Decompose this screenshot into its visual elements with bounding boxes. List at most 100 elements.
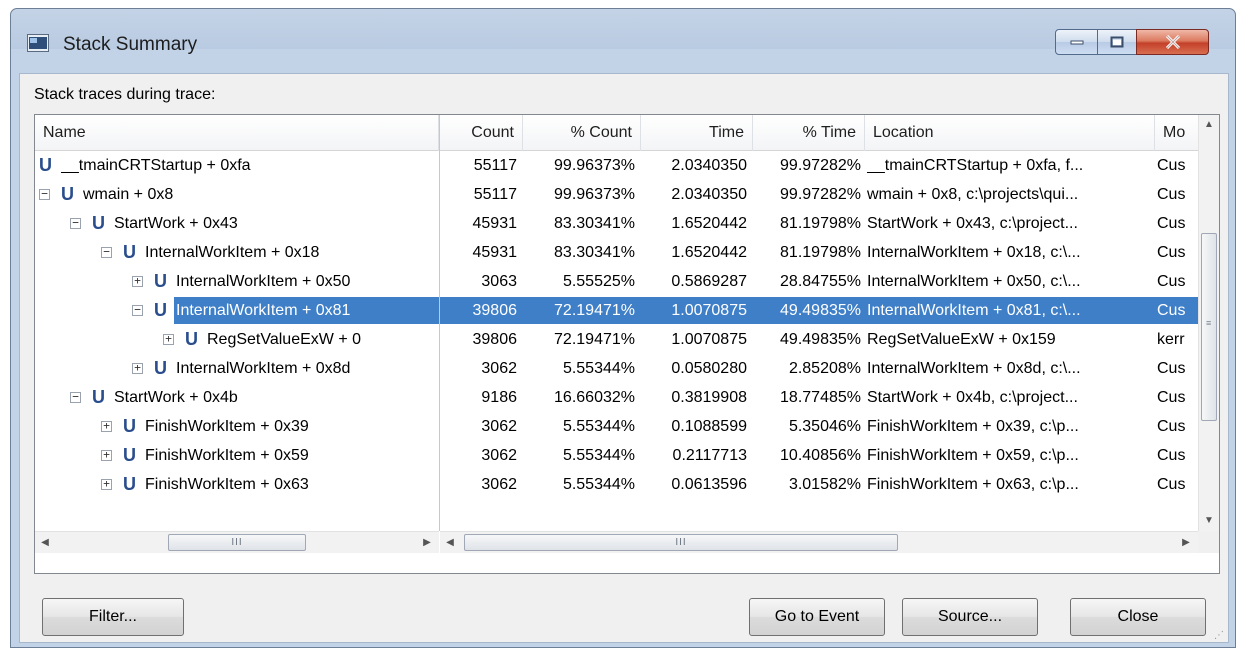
row-pct-time: 81.19798% xyxy=(780,215,861,232)
scroll-right-arrow-icon[interactable]: ▶ xyxy=(1176,532,1196,553)
row-name: InternalWorkItem + 0x50 xyxy=(176,273,351,290)
column-header-location[interactable]: Location xyxy=(865,115,1155,151)
column-splitter[interactable] xyxy=(439,115,440,531)
row-pct-count: 16.66032% xyxy=(554,389,635,406)
row-location: InternalWorkItem + 0x8d, c:\... xyxy=(867,360,1081,377)
user-frame-icon: U xyxy=(154,271,167,291)
name-horizontal-scrollbar[interactable]: ◀ III ▶ xyxy=(35,531,439,553)
row-name: StartWork + 0x43 xyxy=(114,215,238,232)
vertical-scrollbar[interactable]: ▲ ≡ ▼ xyxy=(1198,115,1219,531)
scroll-left-arrow-icon[interactable]: ◀ xyxy=(440,532,460,553)
table-row[interactable]: + U FinishWorkItem + 0x59 3062 5.55344% 0.211… xyxy=(35,441,1199,470)
stack-traces-label: Stack traces during trace: xyxy=(34,86,216,103)
column-header-pct-time[interactable]: % Time xyxy=(753,115,865,151)
row-pct-count: 83.30341% xyxy=(554,215,635,232)
close-icon xyxy=(1165,35,1180,49)
row-location: __tmainCRTStartup + 0xfa, f... xyxy=(867,157,1084,174)
filter-button[interactable]: Filter... xyxy=(42,598,184,636)
expand-icon[interactable]: + xyxy=(101,477,112,490)
column-header-name[interactable]: Name xyxy=(35,115,439,151)
row-pct-time: 18.77485% xyxy=(780,389,861,406)
row-count: 55117 xyxy=(473,157,517,174)
maximize-icon xyxy=(1110,36,1124,48)
table-row-selected[interactable]: − U InternalWorkItem + 0x81 39806 72.19471% 1… xyxy=(35,296,1199,325)
column-header-time[interactable]: Time xyxy=(641,115,753,151)
row-pct-time: 10.40856% xyxy=(780,447,861,464)
user-frame-icon: U xyxy=(92,213,105,233)
details-horizontal-scroll-thumb[interactable]: III xyxy=(464,534,898,551)
close-button[interactable]: Close xyxy=(1070,598,1206,636)
row-pct-time: 2.85208% xyxy=(788,360,861,377)
collapse-icon[interactable]: − xyxy=(101,245,112,258)
scroll-right-arrow-icon[interactable]: ▶ xyxy=(417,532,437,553)
user-frame-icon: U xyxy=(154,300,167,320)
row-pct-count: 99.96373% xyxy=(554,186,635,203)
name-horizontal-scroll-thumb[interactable]: III xyxy=(168,534,306,551)
column-header-count[interactable]: Count xyxy=(439,115,523,151)
table-row[interactable]: − U StartWork + 0x4b 9186 16.66032% 0.3819908… xyxy=(35,383,1199,412)
expand-icon[interactable]: + xyxy=(132,274,143,287)
scroll-left-arrow-icon[interactable]: ◀ xyxy=(35,532,55,553)
table-row[interactable]: + U FinishWorkItem + 0x39 3062 5.55344% 0.108… xyxy=(35,412,1199,441)
row-module: Cus xyxy=(1157,360,1186,377)
details-horizontal-scrollbar[interactable]: ◀ III ▶ xyxy=(440,531,1199,553)
table-row[interactable]: − U InternalWorkItem + 0x18 45931 83.30341% 1… xyxy=(35,238,1199,267)
row-module: Cus xyxy=(1157,418,1186,435)
column-header-module[interactable]: Mo xyxy=(1155,115,1199,151)
grid-header: Name Count % Count Time % Time Location … xyxy=(35,115,1199,151)
row-time: 0.2117713 xyxy=(672,447,747,464)
row-name: InternalWorkItem + 0x81 xyxy=(176,302,351,319)
close-window-button[interactable] xyxy=(1136,29,1209,55)
collapse-icon[interactable]: − xyxy=(70,390,81,403)
maximize-button[interactable] xyxy=(1097,29,1137,55)
row-pct-count: 83.30341% xyxy=(554,244,635,261)
expand-icon[interactable]: + xyxy=(163,332,174,345)
minimize-button[interactable] xyxy=(1055,29,1098,55)
table-row[interactable]: − U StartWork + 0x43 45931 83.30341% 1.652044… xyxy=(35,209,1199,238)
collapse-icon[interactable]: − xyxy=(70,216,81,229)
table-row[interactable]: − Uwmain + 0x8 55117 99.96373% 2.0340350 99.9… xyxy=(35,180,1199,209)
collapse-icon[interactable]: − xyxy=(39,187,50,200)
table-row[interactable]: + U FinishWorkItem + 0x63 3062 5.55344% 0.061… xyxy=(35,470,1199,499)
expand-icon[interactable]: + xyxy=(101,419,112,432)
row-name: wmain + 0x8 xyxy=(83,186,174,203)
stack-summary-window: Stack Summary Stack traces during trace:… xyxy=(10,8,1236,648)
expand-icon[interactable]: + xyxy=(132,361,143,374)
row-location: InternalWorkItem + 0x81, c:\... xyxy=(867,302,1081,319)
source-button[interactable]: Source... xyxy=(902,598,1038,636)
table-row[interactable]: + U RegSetValueExW + 0 39806 72.19471% 1.0070… xyxy=(35,325,1199,354)
go-to-event-button[interactable]: Go to Event xyxy=(749,598,885,636)
scroll-grip-icon: III xyxy=(231,537,243,548)
row-module: Cus xyxy=(1157,244,1186,261)
resize-grip-icon[interactable]: ⋰ xyxy=(1214,631,1224,641)
user-frame-icon: U xyxy=(123,445,136,465)
user-frame-icon: U xyxy=(185,329,198,349)
stack-tree-grid[interactable]: Name Count % Count Time % Time Location … xyxy=(34,114,1220,574)
expand-icon[interactable]: + xyxy=(101,448,112,461)
row-name: StartWork + 0x4b xyxy=(114,389,238,406)
title-bar[interactable]: Stack Summary xyxy=(11,9,1235,73)
table-row[interactable]: U __tmainCRTStartup + 0xfa 55117 99.96373% 2… xyxy=(35,151,1199,180)
row-module: Cus xyxy=(1157,389,1186,406)
row-name: FinishWorkItem + 0x39 xyxy=(145,418,309,435)
row-pct-count: 5.55525% xyxy=(562,273,635,290)
table-row[interactable]: + U InternalWorkItem + 0x8d 3062 5.55344% 0.0… xyxy=(35,354,1199,383)
scroll-up-arrow-icon[interactable]: ▲ xyxy=(1199,115,1219,135)
column-header-pct-count[interactable]: % Count xyxy=(523,115,641,151)
row-name: FinishWorkItem + 0x59 xyxy=(145,447,309,464)
row-time: 0.1088599 xyxy=(671,418,747,435)
row-pct-time: 49.49835% xyxy=(780,331,861,348)
collapse-icon[interactable]: − xyxy=(132,303,143,316)
row-module: Cus xyxy=(1157,476,1186,493)
scroll-down-arrow-icon[interactable]: ▼ xyxy=(1199,511,1219,531)
row-pct-count: 5.55344% xyxy=(562,476,635,493)
window-title: Stack Summary xyxy=(63,34,198,55)
row-count: 39806 xyxy=(472,302,518,319)
row-module: Cus xyxy=(1157,447,1186,464)
row-name: RegSetValueExW + 0 xyxy=(207,331,362,348)
vertical-scroll-thumb[interactable]: ≡ xyxy=(1201,233,1217,421)
table-row[interactable]: + U InternalWorkItem + 0x50 3063 5.55525% 0.5… xyxy=(35,267,1199,296)
row-location: RegSetValueExW + 0x159 xyxy=(867,331,1056,348)
user-frame-icon: U xyxy=(154,358,167,378)
user-frame-icon: U xyxy=(39,155,52,175)
